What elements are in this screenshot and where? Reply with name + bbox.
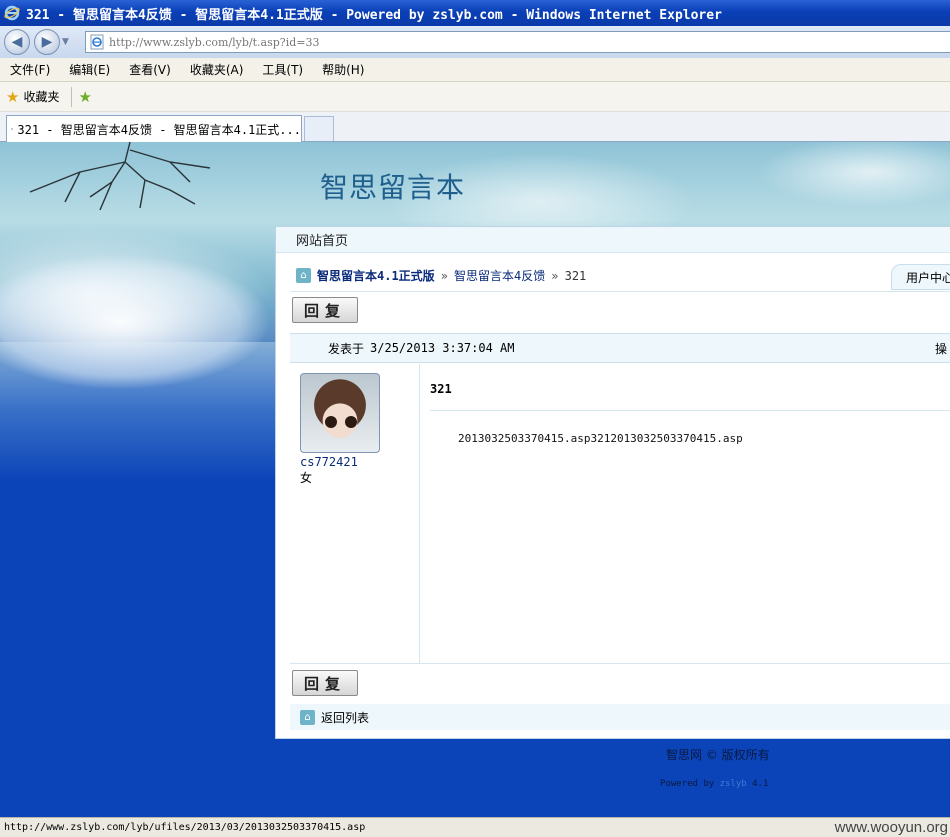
post-body: 2013032503370415.asp3212013032503370415.… xyxy=(458,432,743,445)
footer-copyright: 智思网 © 版权所有 xyxy=(666,748,770,762)
menu-item-favorites[interactable]: 收藏夹(A) xyxy=(190,61,244,78)
reply-button[interactable]: 回复 xyxy=(292,297,358,323)
menu-item-tools[interactable]: 工具(T) xyxy=(262,61,303,78)
author-username[interactable]: cs772421 xyxy=(300,455,358,469)
tab-title: 321 - 智思留言本4反馈 - 智思留言本4.1正式... xyxy=(17,122,301,137)
posted-datetime: 3/25/2013 3:37:04 AM xyxy=(370,341,515,355)
post-info-bar: 发表于 3/25/2013 3:37:04 AM 操 xyxy=(290,333,950,363)
back-to-list-bar: ⌂ 返回列表 xyxy=(290,704,950,730)
favorites-star-icon: ★ xyxy=(6,87,20,106)
divider xyxy=(290,291,950,292)
address-url[interactable]: http://www.zslyb.com/lyb/t.asp?id=33 xyxy=(109,36,319,49)
page-viewport[interactable]: 智思留言本 网站首页 ⌂ 智思留言本4.1正式版 » 智思留言本4反馈 » 32… xyxy=(0,142,950,817)
home-icon: ⌂ xyxy=(296,268,311,283)
posted-label: 发表于 xyxy=(328,341,365,356)
page-icon xyxy=(90,34,104,50)
reply-button-bottom[interactable]: 回复 xyxy=(292,670,358,696)
breadcrumb-separator: » xyxy=(440,268,449,283)
status-text: http://www.zslyb.com/lyb/ufiles/2013/03/… xyxy=(4,822,366,833)
window-title: 321 - 智思留言本4反馈 - 智思留言本4.1正式版 - Powered b… xyxy=(26,7,722,23)
breadcrumb-separator: » xyxy=(551,268,559,283)
post-title: 321 xyxy=(430,382,452,396)
menu-item-view[interactable]: 查看(V) xyxy=(129,61,171,78)
page-icon xyxy=(11,128,14,130)
menu-item-help[interactable]: 帮助(H) xyxy=(322,61,364,78)
forward-button[interactable]: ▶ xyxy=(34,29,60,55)
favorites-button[interactable]: 收藏夹 xyxy=(23,88,59,105)
menu-item-file[interactable]: 文件(F) xyxy=(10,61,50,78)
content-panel: 网站首页 ⌂ 智思留言本4.1正式版 » 智思留言本4反馈 » 321 用户中心… xyxy=(275,226,950,739)
author-gender: 女 xyxy=(300,471,313,485)
user-center-tab[interactable]: 用户中心 xyxy=(891,264,950,290)
arrow-right-icon: ▶ xyxy=(41,34,53,50)
new-tab-button[interactable] xyxy=(304,116,334,141)
toolbar-separator xyxy=(71,86,73,107)
internet-explorer-icon xyxy=(4,5,20,21)
avatar xyxy=(300,373,380,453)
favorites-bar: ★ 收藏夹 ★ xyxy=(0,82,950,112)
divider xyxy=(290,663,950,664)
back-to-list-link[interactable]: 返回列表 xyxy=(321,709,369,726)
nav-link-home[interactable]: 网站首页 xyxy=(296,230,348,249)
home-icon: ⌂ xyxy=(300,709,315,725)
menu-item-edit[interactable]: 编辑(E) xyxy=(69,61,110,78)
site-title: 智思留言本 xyxy=(320,171,466,204)
divider xyxy=(430,410,950,411)
powered-brand-link[interactable]: zslyb xyxy=(720,779,747,789)
add-to-favorites-icon[interactable]: ★ xyxy=(78,88,91,106)
breadcrumb-section-link[interactable]: 智思留言本4反馈 xyxy=(454,267,545,284)
back-button[interactable]: ◀ xyxy=(4,29,30,55)
post-actions-link[interactable]: 操 xyxy=(935,340,947,357)
navigation-toolbar: ◀ ▶ ▼ http://www.zslyb.com/lyb/t.asp?id=… xyxy=(0,26,950,58)
user-center-label: 用户中心 xyxy=(906,270,950,285)
tab-current[interactable]: 321 - 智思留言本4反馈 - 智思留言本4.1正式... xyxy=(6,115,302,142)
footer-powered-by: Powered by zslyb 4.1 xyxy=(660,779,768,789)
powered-version: 4.1 xyxy=(746,779,769,789)
avatar-eye xyxy=(325,416,337,428)
powered-prefix: Powered by xyxy=(660,779,720,789)
top-nav: 网站首页 xyxy=(276,227,950,253)
history-dropdown-icon[interactable]: ▼ xyxy=(62,37,74,47)
tab-bar: 321 - 智思留言本4反馈 - 智思留言本4.1正式... xyxy=(0,112,950,142)
window-title-bar[interactable]: 321 - 智思留言本4反馈 - 智思留言本4.1正式版 - Powered b… xyxy=(0,0,950,26)
menu-bar: 文件(F) 编辑(E) 查看(V) 收藏夹(A) 工具(T) 帮助(H) xyxy=(0,58,950,82)
arrow-left-icon: ◀ xyxy=(11,34,23,50)
author-column: cs772421 女 xyxy=(290,364,420,664)
avatar-eye xyxy=(345,416,357,428)
tree-branches-decoration xyxy=(29,142,211,211)
breadcrumb: ⌂ 智思留言本4.1正式版 » 智思留言本4反馈 » 321 xyxy=(296,267,586,284)
address-bar[interactable]: http://www.zslyb.com/lyb/t.asp?id=33 xyxy=(85,31,950,53)
watermark: www.wooyun.org xyxy=(834,819,948,836)
background-clouds xyxy=(0,242,290,442)
breadcrumb-root-link[interactable]: 智思留言本4.1正式版 xyxy=(317,267,435,284)
breadcrumb-current: 321 xyxy=(564,268,587,283)
status-bar: http://www.zslyb.com/lyb/ufiles/2013/03/… xyxy=(0,817,950,837)
